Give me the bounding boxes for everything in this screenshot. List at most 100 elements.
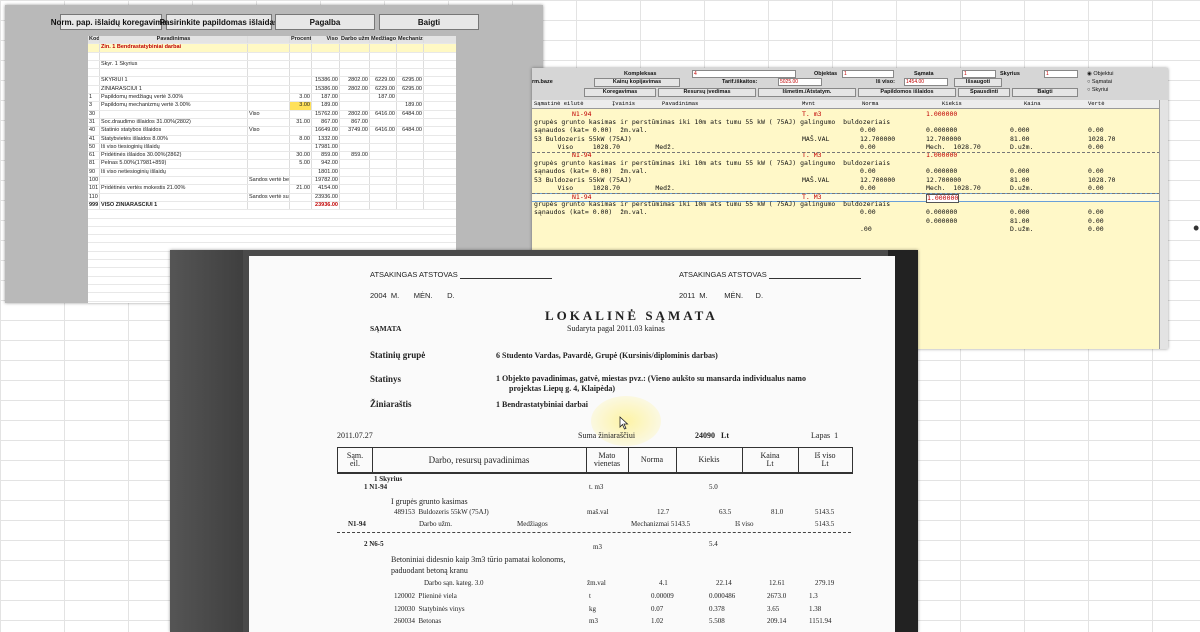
expenses-table-row[interactable]: 40 Statinio statybos išlaidos Viso 16649.00… xyxy=(88,127,456,136)
page-number: Lapas 1 xyxy=(811,431,839,440)
estimate-cell-t: grupės grunto kasimas ir perstūmimas iki… xyxy=(534,118,891,127)
estimate-line[interactable]: grupės grunto kasimas ir perstūmimas iki… xyxy=(532,201,1160,208)
expenses-table-row[interactable]: 1 Papildomų medžiagų vertė 3.00% 3.00 187.0… xyxy=(88,94,456,103)
skyrius-field[interactable]: 1 xyxy=(1044,70,1078,78)
suma-label: Suma žiniaraščiui xyxy=(578,431,636,440)
choose-additional-expenses-button[interactable]: Pasirinkite papildomas išlaidas xyxy=(160,14,278,30)
estimate-cell-n: 0.00 xyxy=(860,183,876,192)
expenses-table-row[interactable]: 999 VISO ŽINIARAŠČIUI 1 23936.00 xyxy=(88,201,456,211)
expenses-cell xyxy=(100,177,248,185)
objektas-field[interactable]: 1 xyxy=(842,70,894,78)
help-button[interactable]: Pagalba xyxy=(275,14,375,30)
expenses-table-row[interactable]: 50 Iš viso tiesioginių išlaidų 17981.00 xyxy=(88,143,456,153)
expenses-cell xyxy=(340,135,370,143)
resource-kiekis: 5.508 xyxy=(709,617,725,625)
additional-expenses-button[interactable]: Papildomos išlaidos xyxy=(858,88,956,97)
estimate-line[interactable]: sąnaudos (kat= 0.00) žm.val. 0.00 0.000000… xyxy=(532,127,1160,134)
estimate-line[interactable]: grupės grunto kasimas ir perstūmimas iki… xyxy=(532,119,1160,126)
total-field[interactable]: 1454.00 xyxy=(904,78,948,86)
expenses-table-row[interactable]: ŽINIARAŠČIUI 1 15386.00 2802.00 6229.00 6295… xyxy=(88,85,456,95)
expenses-cell: ŽINIARAŠČIUI 1 xyxy=(100,85,248,94)
estimate-line[interactable]: sąnaudos (kat= 0.00) žm.val. 0.00 0.000000… xyxy=(532,209,1160,216)
estimate-line[interactable]: sąnaudos (kat= 0.00) žm.val. 0.00 0.000000… xyxy=(532,168,1160,175)
estimate-line[interactable]: grupės grunto kasimas ir perstūmimas iki… xyxy=(532,160,1160,167)
estimate-cell-m: T. M3 xyxy=(802,151,822,159)
labor-kaina: 12.61 xyxy=(769,579,785,587)
expenses-cell xyxy=(370,185,397,193)
estimate-cell-t: grupės grunto kasimas ir perstūmimas iki… xyxy=(534,159,891,168)
radio-skyriui[interactable]: ○ Skyriui xyxy=(1087,87,1108,93)
estimate-cell-v: 0.00 xyxy=(1088,183,1104,192)
resource1-kiekis: 63.5 xyxy=(719,508,732,516)
tariff-field[interactable]: 5025.00 xyxy=(778,78,822,86)
expenses-cell: Sandos vertė su PVM xyxy=(249,193,290,201)
print-button[interactable]: Spausdinti xyxy=(958,88,1010,97)
expenses-table-row[interactable]: SKYRIUI 1 15386.00 2802.00 6229.00 6295.00 xyxy=(88,77,456,86)
expenses-table-row[interactable]: 101 Pridėtinės vertės mokestis 21.00% 21.0… xyxy=(88,185,456,194)
adjust-button[interactable]: Koregavimas xyxy=(584,88,656,97)
kompleksas-field[interactable]: 4 xyxy=(692,70,796,78)
expenses-table-row[interactable]: Skyr. 1 Skyrius xyxy=(88,60,456,70)
copy-prices-button[interactable]: Kainų kopijavimas xyxy=(594,78,680,87)
expenses-cell xyxy=(370,168,397,177)
estimate-line[interactable]: Viso 1028.70 Medž. 0.00 Mech. 1028.70 D.užm… xyxy=(532,142,1160,151)
expenses-table-row[interactable]: 41 Statybvietės išlaidos 8.00% 8.00 1332.00 xyxy=(88,135,456,144)
expenses-table-row[interactable]: 61 Pridėtinės išlaidos 30.00%(2862) 30.00 8… xyxy=(88,152,456,161)
expenses-table-row[interactable] xyxy=(88,52,456,61)
estimate-line[interactable]: 53 Buldozeris 55kW (75AJ) MAŠ.VAL 12.70000… xyxy=(532,134,1160,143)
radio-samatai[interactable]: ○ Sąmatai xyxy=(1087,79,1112,85)
expenses-cell xyxy=(340,102,370,110)
exit-button-b[interactable]: Baigti xyxy=(1012,88,1078,97)
expenses-cell xyxy=(88,85,100,94)
expenses-table-row[interactable]: 110 Sandos vertė su PVM 23936.00 xyxy=(88,193,456,202)
expenses-cell: 2802.00 xyxy=(340,77,370,85)
expenses-cell xyxy=(397,143,424,152)
estimate-line[interactable]: .00 D.užm. 0.00 xyxy=(532,225,1160,233)
expenses-table-row[interactable]: Žin. 1 Bendrastatybiniai darbai xyxy=(88,44,456,53)
expenses-cell xyxy=(370,52,397,60)
resource-viso: 1151.94 xyxy=(809,617,832,625)
expenses-table-row[interactable]: 90 Iš viso netiesioginių išlaidų 1801.00 xyxy=(88,168,456,178)
expenses-table-row[interactable]: 100 Sandos vertė be PVM 19782.00 xyxy=(88,177,456,186)
estimate-cell-p: 81.00 xyxy=(1010,134,1030,143)
expenses-table-row[interactable]: 3 Papildomų mechanizmų vertė 3.00% 3.00 189… xyxy=(88,102,456,111)
estimate-line[interactable]: N1-94 T. m3 1.000000 xyxy=(532,111,1160,118)
expenses-cell xyxy=(397,193,424,201)
expenses-cell xyxy=(290,52,312,60)
vertical-scrollbar[interactable] xyxy=(1159,100,1168,349)
expenses-cell: 41 xyxy=(88,135,100,143)
expenses-empty-row xyxy=(88,227,456,236)
resource-code: 120002 Plieninė viela xyxy=(394,592,457,600)
resource-code: 120030 Statybinės vinys xyxy=(394,604,465,613)
remove-restore-button[interactable]: Išmetim./Atstatym. xyxy=(758,88,856,97)
save-button[interactable]: Išsaugoti xyxy=(954,78,1002,87)
expenses-table-row[interactable]: 31 Soc.draudimo išlaidos 31.00%(2802) 31.0… xyxy=(88,118,456,128)
responsible-rep-left: ATSAKINGAS ATSTOVAS xyxy=(370,270,552,279)
norm-expenses-adjust-button[interactable]: Norm. pap. išlaidų koregavimas xyxy=(51,14,171,30)
radio-objektui[interactable]: ◉ Objektui xyxy=(1087,71,1114,77)
expenses-cell xyxy=(397,69,424,77)
samata-value-doc: Sudaryta pagal 2011.03 kainas xyxy=(567,324,665,333)
item2-description-1: Betoniniai didesnio kaip 3m3 tūrio pamat… xyxy=(391,555,566,564)
estimate-line[interactable]: 53 Buldozeris 55kW (75AJ) MAŠ.VAL 12.70000… xyxy=(532,175,1160,184)
expenses-table-row[interactable] xyxy=(88,69,456,78)
estimate-line[interactable]: 0.000000 81.00 0.00 xyxy=(532,217,1160,225)
estimate-table-header: Sąmatinė eilutė Įvainis Pavadinimas Mvnt… xyxy=(532,100,1160,109)
samata-label-doc: SĄMATA xyxy=(370,324,402,333)
expenses-header-cell: Pavadinimas xyxy=(100,36,248,44)
expenses-cell: 867.00 xyxy=(340,118,370,127)
exit-button[interactable]: Baigti xyxy=(379,14,479,30)
estimate-cell-n: 12.700000 xyxy=(860,175,896,184)
expenses-table-row[interactable]: 81 Pelnas 5.00%(17981+859) 5.00 942.00 xyxy=(88,160,456,169)
estimate-line[interactable]: N1-94 T. M3 1.000000 xyxy=(532,152,1160,159)
expenses-cell: 21.00 xyxy=(290,185,312,193)
expenses-cell: Žin. 1 Bendrastatybiniai darbai xyxy=(100,44,248,52)
expenses-cell: 2802.00 xyxy=(340,85,370,94)
resource-entry-button[interactable]: Resursų įvedimas xyxy=(658,88,756,97)
resource-unit: m3 xyxy=(589,617,598,625)
estimate-line[interactable]: Viso 1028.70 Medž. 0.00 Mech. 1028.70 D.užm… xyxy=(532,183,1160,192)
expenses-table-row[interactable]: 30 Viso 15762.00 2802.00 6416.00 6484.00 xyxy=(88,110,456,119)
expenses-cell xyxy=(312,60,340,69)
samata-field[interactable]: 1 xyxy=(962,70,996,78)
estimate-cell-n: 0.00 xyxy=(860,142,876,151)
